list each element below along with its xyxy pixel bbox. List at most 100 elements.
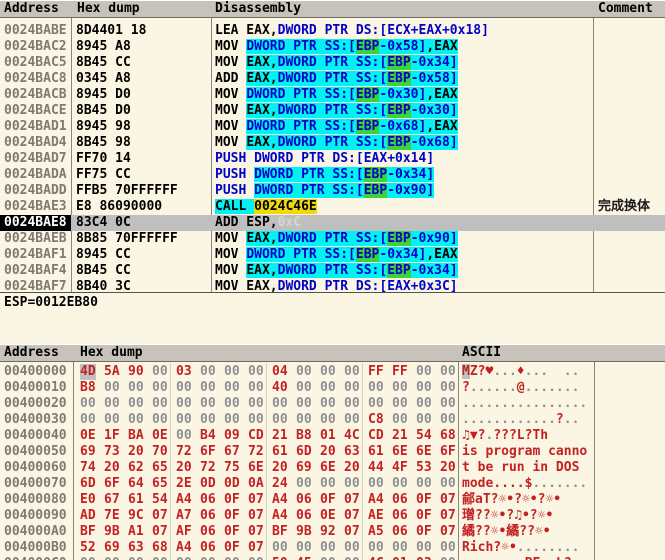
hex-byte[interactable]: 00 [392,540,408,556]
dump-row[interactable]: 00400030000000000000000000000000C8000000… [0,412,665,428]
hex-byte[interactable]: 6E [320,460,336,476]
hex-byte[interactable]: 06 [200,540,216,556]
hex-byte[interactable]: 00 [200,396,216,412]
dump-row[interactable]: 004000A0BF9BA107AF060F07BF9B9207A5060F07… [0,524,665,540]
hex-byte[interactable]: 4D [80,364,96,380]
disasm-row[interactable]: 0024BAC28945 A8MOV DWORD PTR SS:[EBP-0x5… [0,39,665,55]
dump-row[interactable]: 00400090AD7E9C07A7060F07A4060E07AE060F07… [0,508,665,524]
hex-byte[interactable]: 00 [200,364,216,380]
hex-byte[interactable]: 00 [104,556,120,560]
dump-row[interactable]: 00400010B8000000000000004000000000000000… [0,380,665,396]
hex-byte[interactable]: CD [368,428,384,444]
dump-row[interactable]: 0040005069732070726F6772616D2063616E6E6F… [0,444,665,460]
disasm-row[interactable]: 0024BAD18945 98MOV DWORD PTR SS:[EBP-0x6… [0,119,665,135]
hex-byte[interactable]: 00 [440,364,456,380]
disasm-row[interactable]: 0024BAEB8B85 70FFFFFFMOV EAX,DWORD PTR S… [0,231,665,247]
hex-byte[interactable]: 20 [128,444,144,460]
hex-byte[interactable]: 00 [320,476,336,492]
hex-byte[interactable]: 54 [416,428,432,444]
hex-byte[interactable]: 00 [272,540,288,556]
hex-byte[interactable]: 7E [104,508,120,524]
hex-byte[interactable]: 00 [440,556,456,560]
hex-byte[interactable]: 0E [80,428,96,444]
hex-byte[interactable]: 0F [416,524,432,540]
hex-byte[interactable]: 00 [176,428,192,444]
hex-byte[interactable]: A4 [176,540,192,556]
hex-byte[interactable]: 00 [104,412,120,428]
hex-byte[interactable]: 00 [440,380,456,396]
dump-row[interactable]: 0040002000000000000000000000000000000000… [0,396,665,412]
hex-byte[interactable]: 00 [80,396,96,412]
hex-byte[interactable]: 00 [344,364,360,380]
hex-byte[interactable]: 00 [440,476,456,492]
hex-byte[interactable]: 00 [296,380,312,396]
hex-byte[interactable]: 00 [344,476,360,492]
hex-byte[interactable]: 20 [176,460,192,476]
dump-row[interactable]: 004000B052696368A4060F070000000000000000… [0,540,665,556]
hex-byte[interactable]: 0F [320,492,336,508]
hex-byte[interactable]: 00 [224,396,240,412]
hex-byte[interactable]: 00 [368,396,384,412]
hex-byte[interactable]: 00 [152,556,168,560]
hex-byte[interactable]: 0D [224,476,240,492]
hex-byte[interactable]: 00 [440,396,456,412]
hex-byte[interactable]: 63 [344,444,360,460]
hex-byte[interactable]: 20 [272,460,288,476]
hex-byte[interactable]: 6E [392,444,408,460]
hex-byte[interactable]: A4 [368,492,384,508]
hex-byte[interactable]: 0F [224,524,240,540]
hex-byte[interactable]: BF [80,524,96,540]
hex-byte[interactable]: 00 [248,396,264,412]
disasm-row[interactable]: 0024BAF48B45 CCMOV EAX,DWORD PTR SS:[EBP… [0,263,665,279]
hex-byte[interactable]: AE [368,508,384,524]
hex-byte[interactable]: 00 [416,364,432,380]
hex-byte[interactable]: 6F [200,444,216,460]
hex-byte[interactable]: 00 [176,556,192,560]
hex-byte[interactable]: 00 [416,412,432,428]
disasm-row[interactable]: 0024BACE8B45 D0MOV EAX,DWORD PTR SS:[EBP… [0,103,665,119]
hex-byte[interactable]: 00 [128,556,144,560]
hex-byte[interactable]: 6F [440,444,456,460]
hex-byte[interactable]: 00 [344,380,360,396]
disasm-row[interactable]: 0024BAC58B45 CCMOV EAX,DWORD PTR SS:[EBP… [0,55,665,71]
hex-byte[interactable]: 0F [224,508,240,524]
hex-byte[interactable]: 00 [248,556,264,560]
hex-byte[interactable]: 00 [152,364,168,380]
hex-byte[interactable]: AD [80,508,96,524]
disasm-row[interactable]: 0024BAC80345 A8ADD EAX,DWORD PTR SS:[EBP… [0,71,665,87]
hex-byte[interactable]: 06 [392,508,408,524]
hex-byte[interactable]: 0E [152,428,168,444]
hex-byte[interactable]: 07 [440,524,456,540]
hex-byte[interactable]: 20 [104,460,120,476]
hex-byte[interactable]: 21 [272,428,288,444]
hex-byte[interactable]: 00 [320,556,336,560]
hex-byte[interactable]: 00 [440,412,456,428]
hex-byte[interactable]: 65 [152,476,168,492]
disasm-row[interactable]: 0024BAF18945 CCMOV DWORD PTR SS:[EBP-0x3… [0,247,665,263]
hex-byte[interactable]: 00 [392,412,408,428]
hex-byte[interactable]: CD [248,428,264,444]
hex-byte[interactable]: 00 [128,396,144,412]
hex-byte[interactable]: 00 [320,364,336,380]
hex-byte[interactable]: 07 [248,508,264,524]
hex-byte[interactable]: 00 [200,556,216,560]
hex-byte[interactable]: 00 [416,540,432,556]
hex-byte[interactable]: 6E [248,460,264,476]
hex-byte[interactable]: 6D [80,476,96,492]
hex-byte[interactable]: 07 [248,524,264,540]
hex-byte[interactable]: 00 [80,412,96,428]
hex-byte[interactable]: 0A [248,476,264,492]
hex-byte[interactable]: 00 [152,396,168,412]
hex-byte[interactable]: 07 [344,492,360,508]
hex-byte[interactable]: 00 [296,412,312,428]
hex-byte[interactable]: 61 [368,444,384,460]
dump-row[interactable]: 00400060742062652072756E20696E20444F5320… [0,460,665,476]
hex-byte[interactable]: 00 [416,396,432,412]
hex-byte[interactable]: 06 [296,508,312,524]
hex-byte[interactable]: 52 [80,540,96,556]
hex-byte[interactable]: 6D [296,444,312,460]
hex-byte[interactable]: 07 [248,492,264,508]
hex-byte[interactable]: 00 [224,556,240,560]
hex-byte[interactable]: 20 [320,444,336,460]
hex-byte[interactable]: A7 [176,508,192,524]
